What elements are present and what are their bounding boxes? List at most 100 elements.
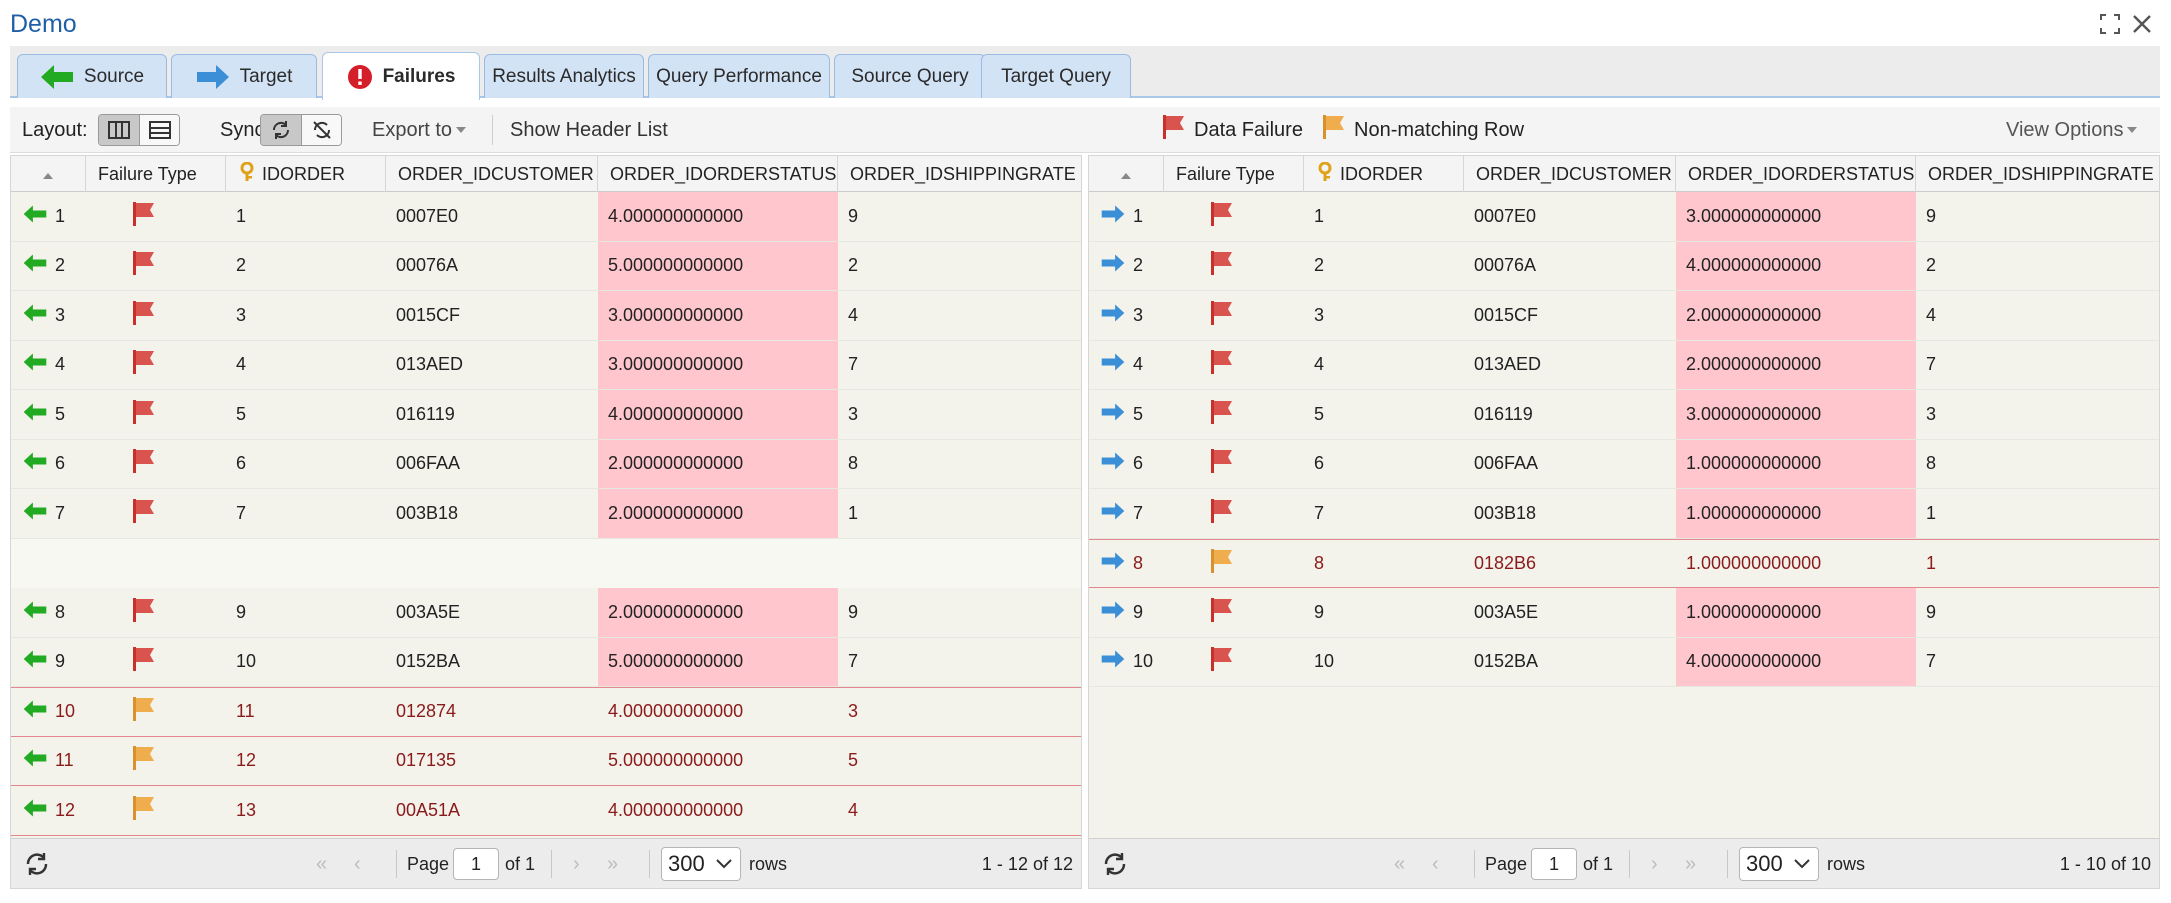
- rows-per-page-select[interactable]: 300: [1739, 847, 1819, 881]
- arrow-left-green-icon: [23, 798, 47, 823]
- row-number: 9: [55, 651, 66, 672]
- prev-page-icon[interactable]: ‹: [1432, 839, 1439, 888]
- legend-data-failure-label: Data Failure: [1194, 118, 1303, 141]
- key-icon: [238, 161, 256, 187]
- table-row[interactable]: 3 3 0015CF 2.000000000000 4: [1089, 291, 2159, 341]
- table-row[interactable]: 8 8 0182B6 1.000000000000 1: [1089, 538, 2159, 588]
- column-header[interactable]: IDORDER: [226, 156, 386, 192]
- close-icon[interactable]: [2130, 12, 2154, 36]
- table-row[interactable]: 2 2 00076A 4.000000000000 2: [1089, 241, 2159, 291]
- red-flag-icon: [1210, 250, 1234, 281]
- column-header[interactable]: ORDER_IDCUSTOMER: [1464, 156, 1676, 192]
- source-grid: Failure Type IDORDER ORDER_IDCUSTOMER ORDER…: [10, 155, 1082, 889]
- next-page-icon[interactable]: ›: [573, 839, 580, 888]
- orange-flag-icon: [132, 795, 156, 826]
- table-row[interactable]: 6 6 006FAA 2.000000000000 8: [11, 439, 1081, 489]
- tab-target-query[interactable]: Target Query: [981, 54, 1131, 98]
- idcustomer-cell: 0007E0: [1474, 205, 1537, 226]
- arrow-right-blue-icon: [1101, 303, 1125, 328]
- arrow-right-blue-icon: [1101, 649, 1125, 674]
- view-options-menu[interactable]: View Options: [2006, 107, 2138, 153]
- column-header[interactable]: ORDER_IDORDERSTATUS: [598, 156, 838, 192]
- table-row[interactable]: 12 13 00A51A 4.000000000000 4: [11, 786, 1081, 836]
- column-header-label: ORDER_IDORDERSTATUS: [1688, 163, 1915, 184]
- red-flag-icon: [1210, 349, 1234, 380]
- table-row[interactable]: 5 5 016119 4.000000000000 3: [11, 390, 1081, 440]
- page-number-input[interactable]: 1: [1531, 848, 1577, 880]
- tab-target[interactable]: Target: [171, 54, 317, 98]
- next-page-icon[interactable]: ›: [1651, 839, 1658, 888]
- sort-column-header[interactable]: [1089, 156, 1164, 192]
- column-header-label: ORDER_IDORDERSTATUS: [610, 163, 837, 184]
- export-to-menu[interactable]: Export to: [372, 107, 467, 153]
- idcustomer-cell: 013AED: [396, 354, 464, 375]
- show-header-list-button[interactable]: Show Header List: [510, 107, 668, 153]
- table-row[interactable]: 1 1 0007E0 3.000000000000 9: [1089, 192, 2159, 242]
- idorder-cell: 1: [236, 205, 247, 226]
- table-row[interactable]: 2 2 00076A 5.000000000000 2: [11, 241, 1081, 291]
- page-number-input[interactable]: 1: [453, 848, 499, 880]
- side-by-side-layout-button[interactable]: [99, 115, 139, 145]
- last-page-icon[interactable]: »: [607, 839, 618, 888]
- target-grid: Failure Type IDORDER ORDER_IDCUSTOMER ORDER…: [1088, 155, 2160, 889]
- table-row[interactable]: 10 10 0152BA 4.000000000000 7: [1089, 637, 2159, 687]
- stacked-layout-button[interactable]: [139, 115, 179, 145]
- tab-results-analytics[interactable]: Results Analytics: [484, 54, 644, 98]
- tab-source-query[interactable]: Source Query: [834, 54, 986, 98]
- idcustomer-cell: 0015CF: [1474, 304, 1539, 325]
- idshippingrate-cell: 9: [848, 601, 859, 622]
- column-header[interactable]: Failure Type: [1164, 156, 1304, 192]
- table-row[interactable]: 8 9 003A5E 2.000000000000 9: [11, 588, 1081, 638]
- row-number: 2: [1133, 255, 1144, 276]
- last-page-icon[interactable]: »: [1685, 839, 1696, 888]
- column-header[interactable]: ORDER_IDSHIPPINGRATE: [838, 156, 1081, 192]
- tab-failures[interactable]: Failures: [322, 52, 480, 100]
- rows-per-page-select[interactable]: 300: [661, 847, 741, 881]
- column-header[interactable]: IDORDER: [1304, 156, 1464, 192]
- row-number: 8: [1133, 552, 1144, 573]
- table-row[interactable]: 3 3 0015CF 3.000000000000 4: [11, 291, 1081, 341]
- sync-off-button[interactable]: [301, 115, 341, 145]
- prev-page-icon[interactable]: ‹: [354, 839, 361, 888]
- row-number: 4: [1133, 354, 1144, 375]
- tab-query-performance[interactable]: Query Performance: [648, 54, 830, 98]
- grid-header: Failure Type IDORDER ORDER_IDCUSTOMER ORDER…: [11, 156, 1081, 192]
- column-header[interactable]: Failure Type: [86, 156, 226, 192]
- sort-column-header[interactable]: [11, 156, 86, 192]
- table-row[interactable]: 10 11 012874 4.000000000000 3: [11, 687, 1081, 737]
- column-header[interactable]: ORDER_IDCUSTOMER: [386, 156, 598, 192]
- idcustomer-cell: 016119: [396, 403, 455, 424]
- column-header[interactable]: ORDER_IDSHIPPINGRATE: [1916, 156, 2159, 192]
- table-row[interactable]: 6 6 006FAA 1.000000000000 8: [1089, 439, 2159, 489]
- idcustomer-cell: 017135: [396, 750, 457, 771]
- table-row[interactable]: 7 7 003B18 1.000000000000 1: [1089, 489, 2159, 539]
- column-header[interactable]: ORDER_IDORDERSTATUS: [1676, 156, 1916, 192]
- first-page-icon[interactable]: «: [1394, 839, 1405, 888]
- tab-source[interactable]: Source: [17, 54, 167, 98]
- idshippingrate-cell: 8: [848, 453, 859, 474]
- sync-on-button[interactable]: [261, 115, 301, 145]
- refresh-icon[interactable]: [23, 839, 51, 888]
- idshippingrate-cell: 3: [1926, 403, 1937, 424]
- tab-label: Target Query: [1001, 65, 1111, 87]
- maximize-icon[interactable]: [2098, 12, 2122, 36]
- table-row[interactable]: 4 4 013AED 3.000000000000 7: [11, 340, 1081, 390]
- table-row[interactable]: 9 9 003A5E 1.000000000000 9: [1089, 588, 2159, 638]
- first-page-icon[interactable]: «: [316, 839, 327, 888]
- table-row[interactable]: 11 12 017135 5.000000000000 5: [11, 737, 1081, 786]
- arrow-right-blue-icon: [1101, 402, 1125, 427]
- idorder-cell: 7: [1314, 502, 1325, 523]
- red-flag-icon: [132, 646, 156, 677]
- arrow-left-green-icon: [23, 748, 47, 773]
- table-row[interactable]: 4 4 013AED 2.000000000000 7: [1089, 340, 2159, 390]
- row-number: 3: [55, 304, 66, 325]
- tab-bar: Source Target Failures Results Analytics…: [10, 46, 2160, 100]
- table-row[interactable]: 9 10 0152BA 5.000000000000 7: [11, 637, 1081, 687]
- idorderstatus-cell: 3.000000000000: [598, 291, 838, 340]
- table-row[interactable]: 1 1 0007E0 4.000000000000 9: [11, 192, 1081, 242]
- table-row[interactable]: 5 5 016119 3.000000000000 3: [1089, 390, 2159, 440]
- table-row[interactable]: 7 7 003B18 2.000000000000 1: [11, 489, 1081, 539]
- idshippingrate-cell: 4: [1926, 304, 1937, 325]
- row-number: 8: [55, 601, 66, 622]
- refresh-icon[interactable]: [1101, 839, 1129, 888]
